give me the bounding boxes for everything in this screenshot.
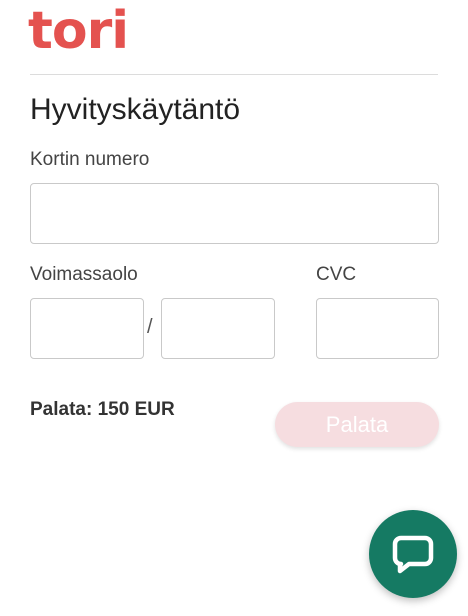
- refund-form-page: tori Hyvityskäytäntö Kortin numero Voima…: [0, 0, 468, 616]
- expiry-label: Voimassaolo: [30, 264, 138, 285]
- expiry-separator: /: [147, 316, 153, 338]
- tori-logo: tori: [28, 1, 129, 61]
- card-number-label: Kortin numero: [30, 149, 150, 170]
- expiry-year-input[interactable]: [161, 298, 275, 359]
- header-divider: [30, 74, 438, 75]
- cvc-input[interactable]: [316, 298, 439, 359]
- cvc-label: CVC: [316, 264, 357, 285]
- page-title: Hyvityskäytäntö: [30, 93, 241, 126]
- refund-amount-text: Palata: 150 EUR: [30, 399, 175, 420]
- refund-submit-button[interactable]: Palata: [275, 402, 439, 447]
- chat-button[interactable]: [369, 510, 457, 598]
- chat-bubble-icon: [392, 535, 434, 574]
- expiry-month-input[interactable]: [30, 298, 144, 359]
- card-number-input[interactable]: [30, 183, 439, 244]
